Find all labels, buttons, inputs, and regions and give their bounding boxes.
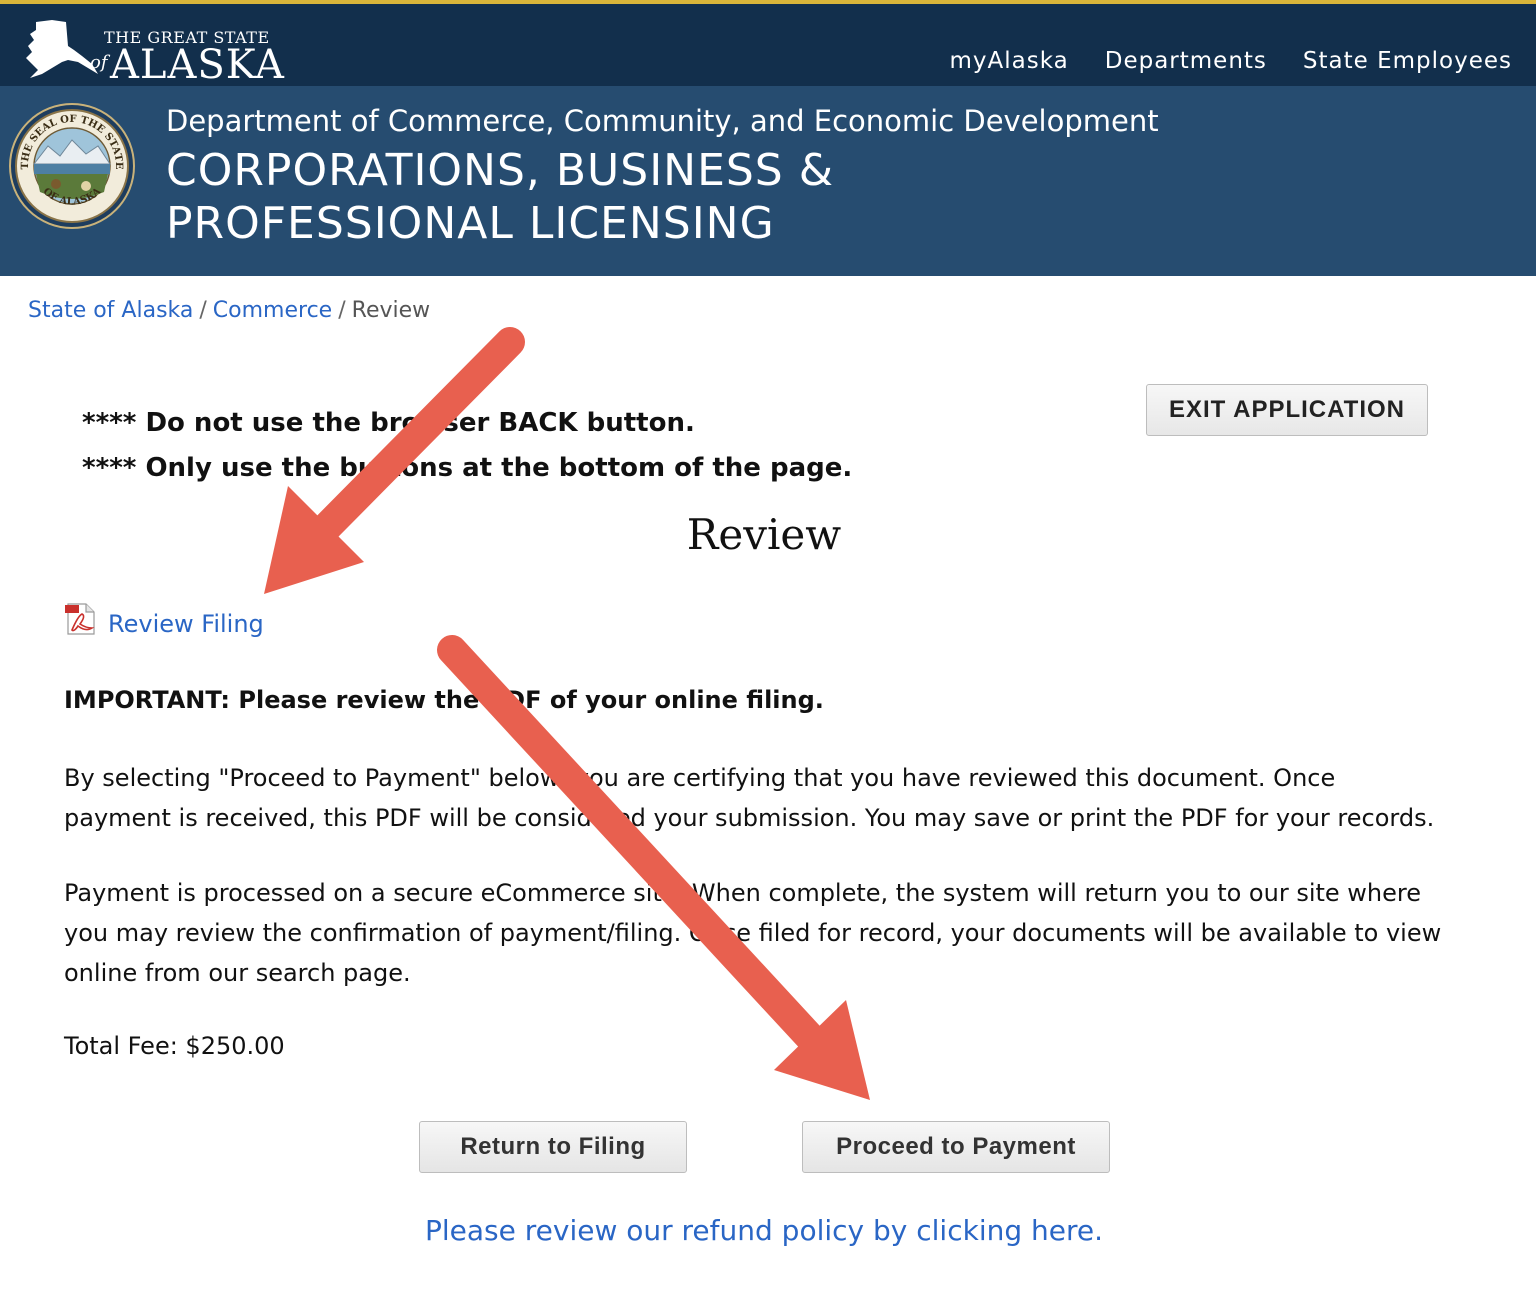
logo-big-text: ALASKA xyxy=(110,42,285,88)
logo-of-text: of xyxy=(90,52,108,73)
exit-application-button[interactable]: EXIT APPLICATION xyxy=(1146,384,1428,436)
refund-policy-row: Please review our refund policy by click… xyxy=(0,1214,1536,1247)
top-navigation: myAlaska Departments State Employees xyxy=(950,48,1513,74)
nav-myalaska[interactable]: myAlaska xyxy=(950,48,1069,74)
warning-back-button: **** Do not use the browser BACK button. xyxy=(82,408,695,438)
certification-paragraph: By selecting "Proceed to Payment" below,… xyxy=(64,764,1435,832)
payment-info-paragraph: Payment is processed on a secure eCommer… xyxy=(64,879,1442,987)
warning-bottom-buttons: **** Only use the buttons at the bottom … xyxy=(82,453,853,483)
header-band: THE SEAL OF THE STATE OF ALASKA Departme… xyxy=(0,86,1536,276)
breadcrumb-separator: / xyxy=(199,298,207,323)
nav-departments[interactable]: Departments xyxy=(1105,48,1267,74)
breadcrumb-state-of-alaska[interactable]: State of Alaska xyxy=(28,298,193,323)
review-filing-link-row: Review Filing xyxy=(64,600,264,638)
page-title-text: Review xyxy=(686,510,842,559)
alaska-logo[interactable]: THE GREAT STATE of ALASKA xyxy=(22,14,284,88)
proceed-to-payment-button[interactable]: Proceed to Payment xyxy=(802,1121,1110,1173)
nav-state-employees[interactable]: State Employees xyxy=(1303,48,1512,74)
department-name[interactable]: Department of Commerce, Community, and E… xyxy=(166,104,1159,138)
top-bar: THE GREAT STATE of ALASKA myAlaska Depar… xyxy=(0,0,1536,88)
page-title: Review xyxy=(0,510,1536,559)
return-to-filing-button[interactable]: Return to Filing xyxy=(419,1121,687,1173)
alaska-map-icon xyxy=(26,20,98,78)
review-filing-link[interactable]: Review Filing xyxy=(108,610,264,638)
pdf-file-icon[interactable] xyxy=(64,602,98,636)
breadcrumb-separator: / xyxy=(338,298,346,323)
breadcrumb-current: Review xyxy=(351,298,431,323)
refund-policy-link[interactable]: Please review our refund policy by click… xyxy=(425,1214,1103,1247)
division-title[interactable]: CORPORATIONS, BUSINESS & PROFESSIONAL LI… xyxy=(166,144,1166,250)
breadcrumb: State of Alaska / Commerce / Review xyxy=(28,298,430,323)
important-notice: IMPORTANT: Please review the PDF of your… xyxy=(64,686,824,714)
state-seal-icon[interactable]: THE SEAL OF THE STATE OF ALASKA xyxy=(8,102,136,230)
total-fee: Total Fee: $250.00 xyxy=(64,1032,285,1060)
breadcrumb-commerce[interactable]: Commerce xyxy=(213,298,332,323)
